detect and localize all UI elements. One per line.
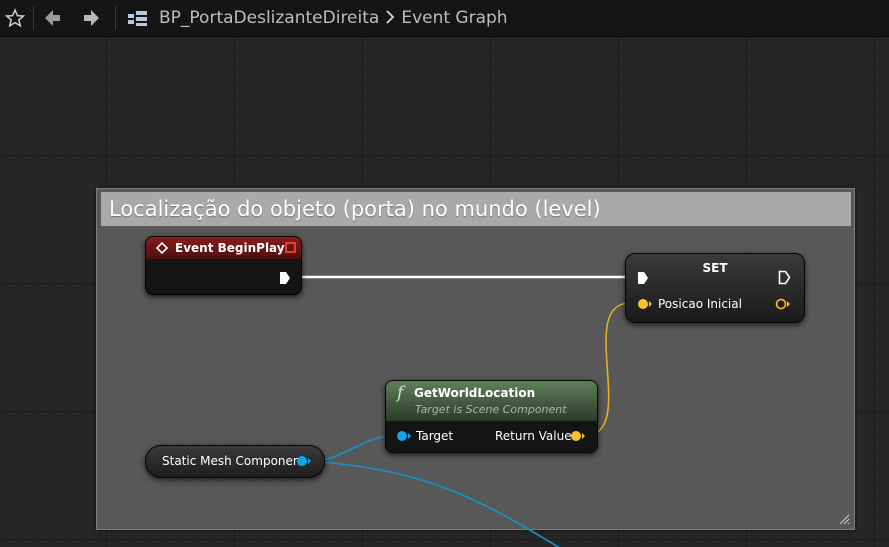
node-title: GetWorldLocation	[414, 386, 536, 400]
back-arrow-icon[interactable]	[37, 0, 67, 36]
event-begin-play-node[interactable]: Event BeginPlay	[145, 236, 302, 295]
node-header: Event BeginPlay	[146, 237, 301, 259]
function-icon: f	[397, 383, 404, 403]
star-icon[interactable]	[0, 0, 30, 36]
forward-arrow-icon[interactable]	[77, 0, 107, 36]
set-node[interactable]: SET Posicao Inicial	[625, 253, 805, 323]
node-subtitle: Target is Scene Component	[415, 403, 567, 416]
get-world-location-node[interactable]: f GetWorldLocation Target is Scene Compo…	[385, 380, 598, 453]
breadcrumb-blueprint[interactable]: BP_PortaDeslizanteDireita	[159, 8, 379, 28]
variable-label: Static Mesh Component	[162, 454, 306, 468]
node-header: f GetWorldLocation Target is Scene Compo…	[386, 381, 597, 421]
toolbar: BP_PortaDeslizanteDireita Event Graph	[0, 0, 889, 37]
blueprint-icon	[123, 0, 153, 36]
return-value-label: Return Value	[495, 429, 572, 443]
object-in-pin-icon[interactable]	[396, 430, 412, 442]
delegate-pin-icon[interactable]	[285, 242, 296, 253]
exec-in-pin-icon[interactable]	[637, 271, 649, 285]
toolbar-divider	[115, 6, 116, 30]
comment-title[interactable]: Localização do objeto (porta) no mundo (…	[101, 192, 851, 226]
vector-in-pin-icon[interactable]	[637, 298, 653, 310]
object-out-pin-icon[interactable]	[296, 455, 312, 467]
breadcrumb-graph[interactable]: Event Graph	[401, 8, 507, 28]
vector-out-pin-icon[interactable]	[570, 430, 586, 442]
toolbar-divider	[33, 6, 34, 30]
resize-handle-icon[interactable]	[838, 513, 850, 525]
event-diamond-icon	[156, 242, 168, 254]
breadcrumb: BP_PortaDeslizanteDireita Event Graph	[159, 8, 508, 28]
set-input-label: Posicao Inicial	[658, 297, 742, 311]
exec-out-pin-icon[interactable]	[778, 270, 791, 285]
node-title: Event BeginPlay	[175, 241, 285, 255]
exec-out-pin-icon[interactable]	[279, 271, 291, 285]
static-mesh-component-node[interactable]: Static Mesh Component	[145, 445, 325, 478]
chevron-right-icon	[385, 9, 395, 28]
target-pin-label: Target	[416, 429, 454, 443]
vector-out-pin-icon[interactable]	[775, 298, 791, 310]
